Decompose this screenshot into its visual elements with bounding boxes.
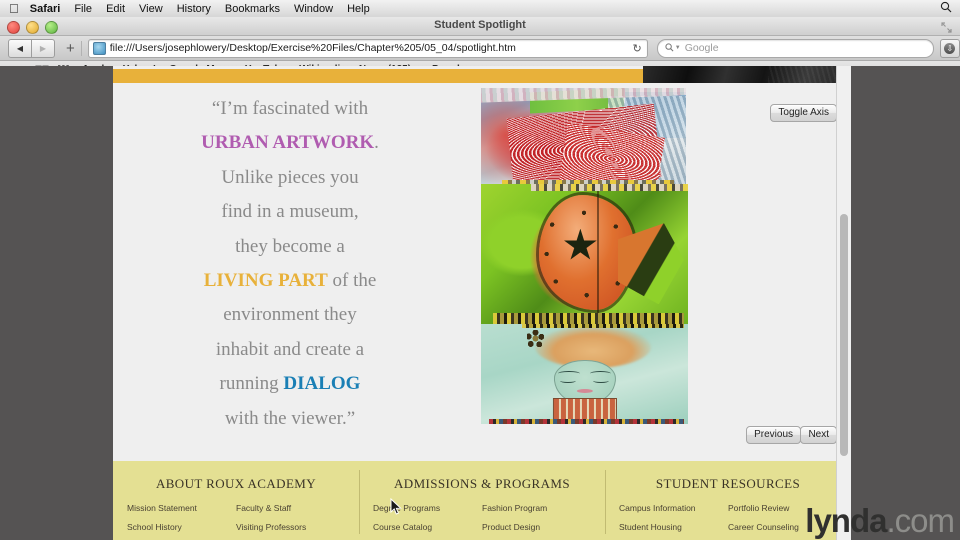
reload-icon[interactable]: ↻ bbox=[633, 42, 642, 55]
quote-line-2: Unlike pieces you bbox=[221, 166, 359, 188]
next-button[interactable]: Next bbox=[800, 426, 837, 444]
artwork-image-1[interactable] bbox=[481, 88, 686, 193]
magnifier-icon bbox=[665, 42, 674, 54]
downloads-button[interactable]: ⇩ bbox=[939, 38, 960, 58]
quote-highlight-dialog: DIALOG bbox=[283, 373, 361, 395]
quote-line-8: with the viewer.” bbox=[224, 407, 356, 429]
mac-menu-bar:  Safari File Edit View History Bookmark… bbox=[0, 0, 960, 18]
student-quote: “I’m fascinated with URBAN ARTWORK. Unli… bbox=[125, 92, 455, 436]
downloads-icon: ⇩ bbox=[944, 42, 956, 54]
artwork-3-bottom-edge bbox=[489, 419, 684, 424]
artwork-2-top-edge bbox=[530, 184, 688, 191]
footer-heading-resources: STUDENT RESOURCES bbox=[655, 476, 801, 491]
menu-item-bookmarks[interactable]: Bookmarks bbox=[225, 3, 280, 15]
artwork-3-brow-right bbox=[589, 371, 611, 376]
footer-sublist-right: Fashion Program Product Design bbox=[482, 503, 591, 540]
chevron-down-icon[interactable]: ▼ bbox=[675, 45, 681, 51]
footer-sublist-right: Faculty & Staff Visiting Professors bbox=[236, 503, 345, 540]
toolbar-divider bbox=[80, 40, 82, 56]
address-bar[interactable]: file:///Users/josephlowery/Desktop/Exerc… bbox=[87, 38, 648, 58]
page-viewport: “I’m fascinated with URBAN ARTWORK. Unli… bbox=[0, 66, 960, 540]
screen:  Safari File Edit View History Bookmark… bbox=[0, 0, 960, 540]
menu-item-view[interactable]: View bbox=[139, 3, 163, 15]
footer-link-faculty-staff[interactable]: Faculty & Staff bbox=[236, 503, 345, 513]
quote-highlight-living-part: LIVING PART bbox=[203, 270, 328, 292]
menu-item-window[interactable]: Window bbox=[294, 3, 333, 15]
web-page: “I’m fascinated with URBAN ARTWORK. Unli… bbox=[113, 66, 851, 540]
forward-button[interactable]: ▶ bbox=[32, 38, 55, 58]
menu-item-safari[interactable]: Safari bbox=[30, 3, 61, 15]
toggle-axis-button[interactable]: Toggle Axis bbox=[770, 104, 837, 122]
artwork-3-eye-right bbox=[593, 378, 610, 383]
footer-link-product-design[interactable]: Product Design bbox=[482, 522, 591, 532]
artwork-3-lips bbox=[576, 389, 593, 393]
new-tab-button[interactable]: + bbox=[62, 41, 79, 56]
artwork-2-seam bbox=[596, 184, 599, 324]
mouse-cursor bbox=[390, 497, 402, 516]
watermark-tld: .com bbox=[886, 502, 955, 539]
apple-logo-icon[interactable]:  bbox=[9, 2, 19, 15]
menu-item-history[interactable]: History bbox=[177, 3, 211, 15]
footer-link-school-history[interactable]: School History bbox=[127, 522, 236, 532]
footer-link-fashion-program[interactable]: Fashion Program bbox=[482, 503, 591, 513]
window-title: Student Spotlight bbox=[434, 19, 526, 31]
artwork-image-3[interactable] bbox=[481, 324, 688, 424]
artwork-2-bottom-edge bbox=[493, 312, 684, 324]
footer-heading-admissions: ADMISSIONS & PROGRAMS bbox=[394, 476, 570, 491]
quote-line-4: they become a bbox=[235, 235, 345, 257]
footer-link-student-housing[interactable]: Student Housing bbox=[619, 522, 728, 532]
vertical-scrollbar[interactable] bbox=[836, 66, 851, 540]
artwork-3-eye-left bbox=[559, 378, 576, 383]
address-bar-url: file:///Users/josephlowery/Desktop/Exerc… bbox=[109, 42, 516, 54]
footer-link-visiting-professors[interactable]: Visiting Professors bbox=[236, 522, 345, 532]
artwork-stack bbox=[473, 66, 703, 466]
footer-columns: ABOUT ROUX ACADEMY Mission Statement Sch… bbox=[113, 461, 851, 540]
menu-item-file[interactable]: File bbox=[74, 3, 92, 15]
artwork-3-flower bbox=[526, 330, 544, 347]
quote-after-1: . bbox=[374, 132, 379, 154]
quote-line-6: inhabit and create a bbox=[215, 338, 365, 360]
menu-item-help[interactable]: Help bbox=[347, 3, 370, 15]
quote-line-5: environment they bbox=[223, 304, 357, 326]
footer-sublist-left: Mission Statement School History bbox=[127, 503, 236, 540]
footer-link-course-catalog[interactable]: Course Catalog bbox=[373, 522, 482, 532]
scrollbar-thumb[interactable] bbox=[840, 214, 848, 456]
artwork-image-2[interactable] bbox=[481, 184, 688, 324]
lynda-watermark: lynda.com bbox=[805, 502, 955, 539]
globe-icon bbox=[92, 41, 106, 55]
quote-after-2: of the bbox=[327, 270, 377, 292]
artwork-3-top-edge bbox=[522, 324, 684, 328]
safari-toolbar: ◀ ▶ + file:///Users/josephlowery/Desktop… bbox=[0, 36, 960, 61]
previous-button[interactable]: Previous bbox=[746, 426, 801, 444]
artwork-3-brow-left bbox=[558, 371, 580, 376]
footer-link-mission-statement[interactable]: Mission Statement bbox=[127, 503, 236, 513]
footer-link-campus-information[interactable]: Campus Information bbox=[619, 503, 728, 513]
spotlight-search-icon[interactable] bbox=[940, 1, 952, 16]
back-button[interactable]: ◀ bbox=[8, 38, 32, 58]
menu-item-edit[interactable]: Edit bbox=[106, 3, 125, 15]
footer-links-about: Mission Statement School History Faculty… bbox=[113, 503, 359, 540]
search-placeholder: Google bbox=[684, 42, 719, 54]
watermark-brand: lynda bbox=[805, 502, 887, 539]
footer-sublist-left: Campus Information Student Housing bbox=[619, 503, 728, 540]
search-input[interactable]: ▼ Google bbox=[656, 38, 934, 58]
quote-highlight-urban-artwork: URBAN ARTWORK bbox=[201, 132, 375, 154]
quote-line-7: running bbox=[219, 373, 284, 395]
window-titlebar[interactable]: Student Spotlight bbox=[0, 17, 960, 36]
page-footer: ABOUT ROUX ACADEMY Mission Statement Sch… bbox=[113, 461, 851, 540]
footer-heading-about: ABOUT ROUX ACADEMY bbox=[155, 476, 317, 491]
footer-column-about: ABOUT ROUX ACADEMY Mission Statement Sch… bbox=[113, 461, 359, 540]
nav-buttons: ◀ ▶ bbox=[8, 38, 55, 58]
fullscreen-icon[interactable] bbox=[941, 20, 952, 33]
quote-line-1: “I’m fascinated with bbox=[211, 98, 369, 119]
quote-line-3: find in a museum, bbox=[221, 201, 359, 223]
